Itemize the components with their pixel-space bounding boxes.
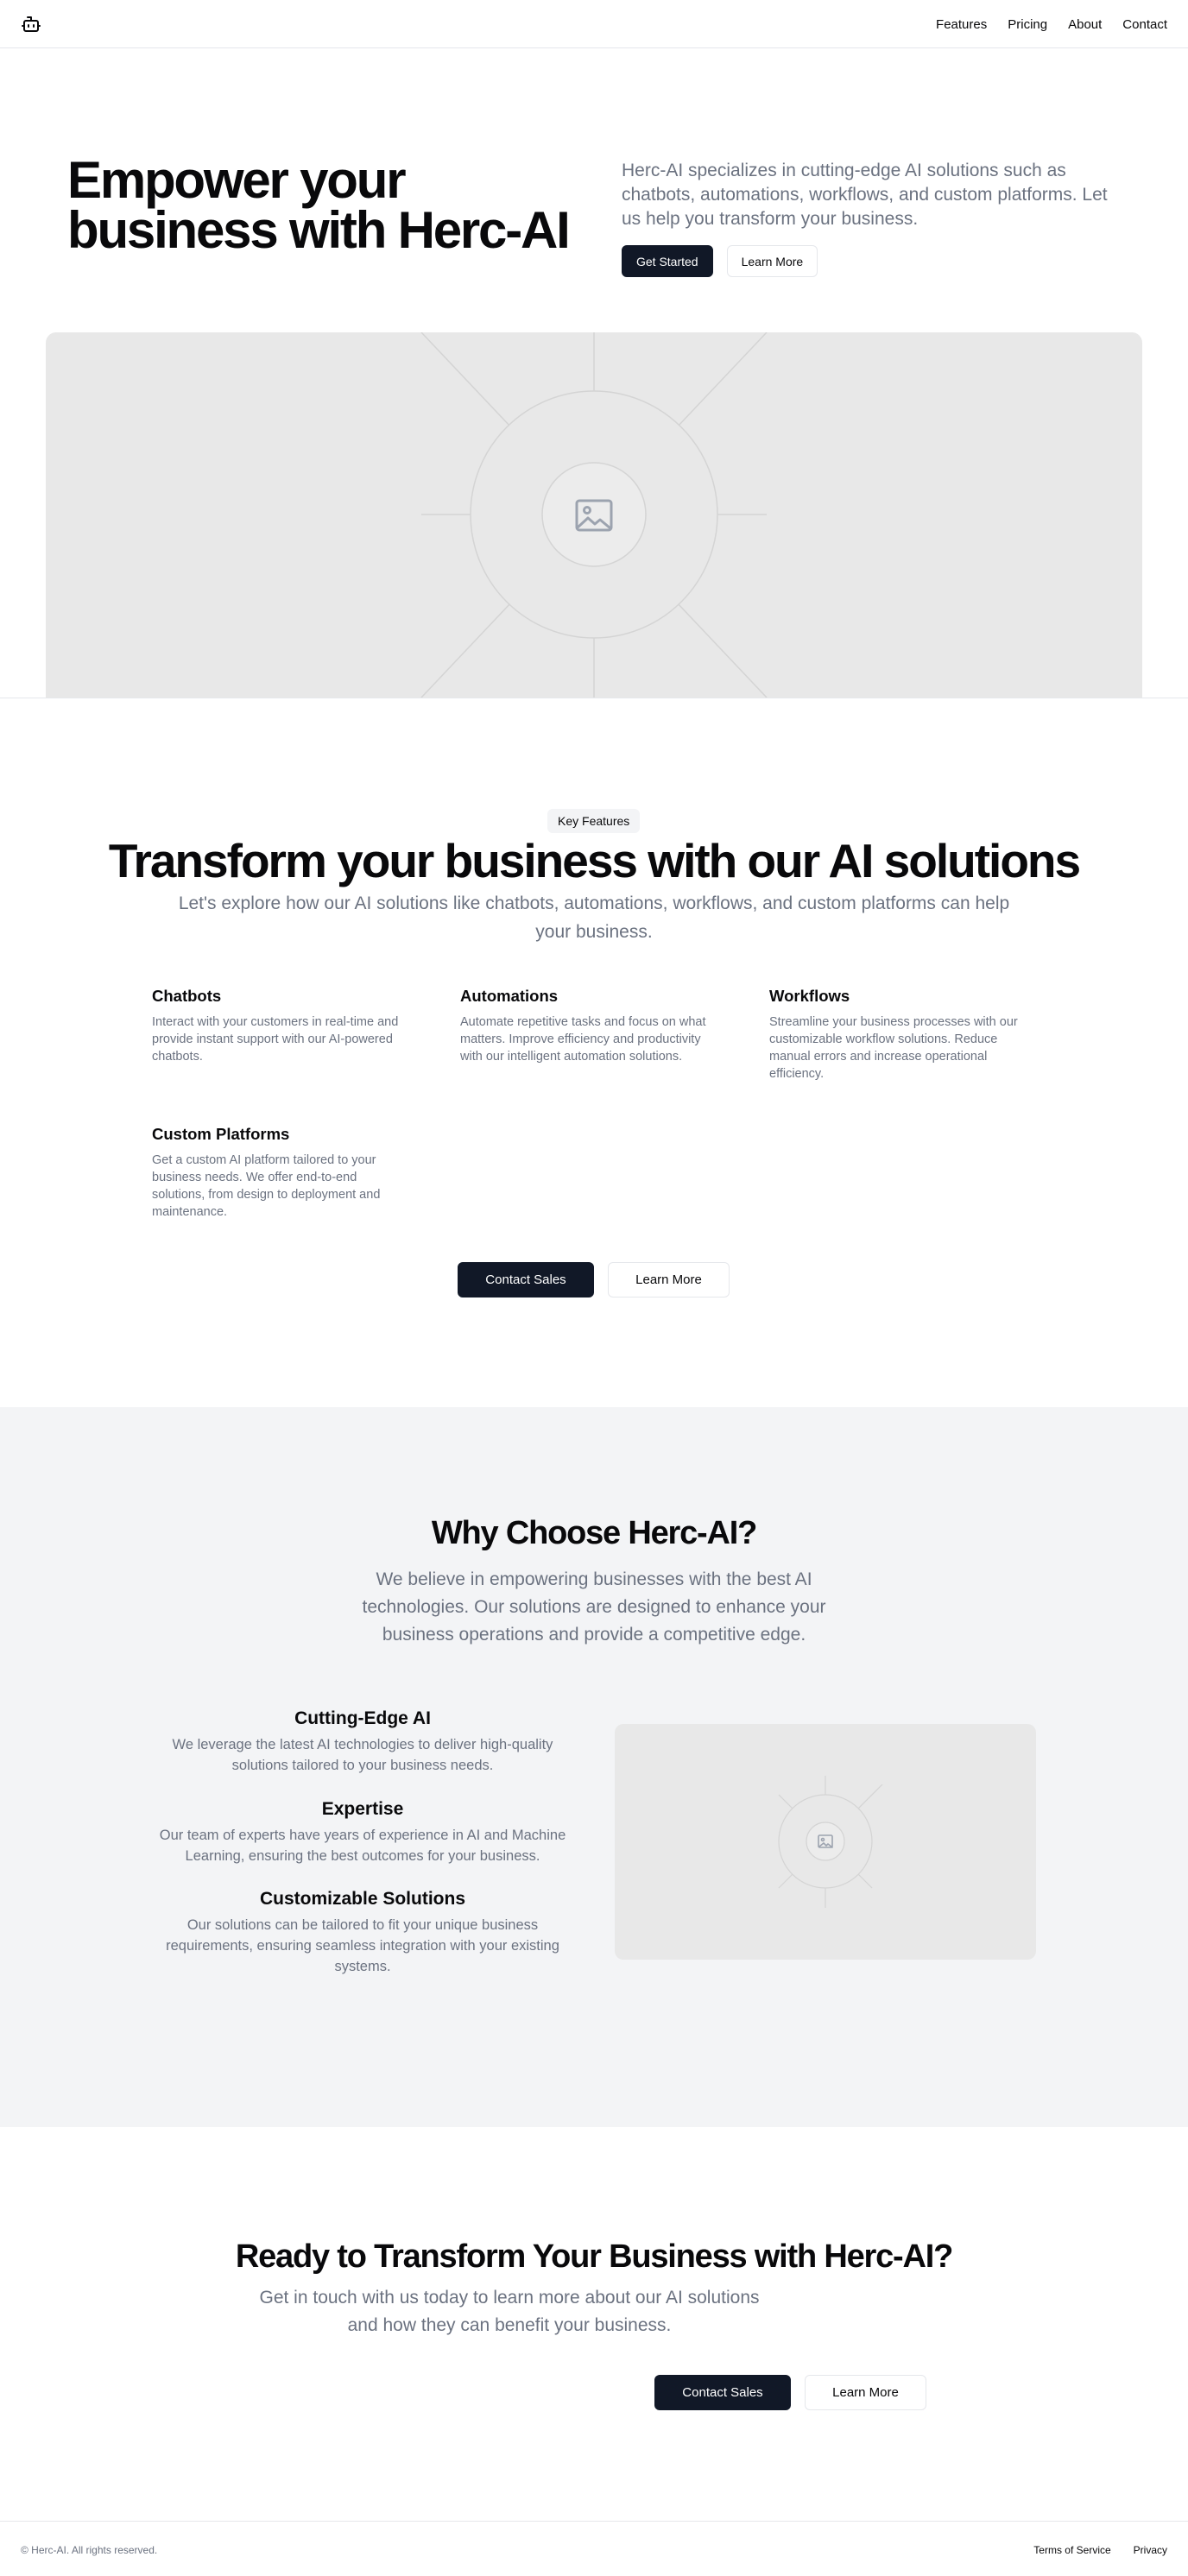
cta-title: Ready to Transform Your Business with He…	[235, 2238, 953, 2275]
cta-actions: Contact Sales Learn More	[654, 2375, 926, 2410]
main-nav: Features Pricing About Contact	[936, 0, 1167, 48]
copyright-text: © Herc-AI. All rights reserved.	[21, 2544, 158, 2556]
footer-nav: Terms of Service Privacy	[1033, 2544, 1167, 2556]
contact-sales-button[interactable]: Contact Sales	[654, 2375, 791, 2410]
nav-link-contact[interactable]: Contact	[1122, 17, 1167, 32]
why-item-description: We leverage the latest AI technologies t…	[172, 1737, 553, 1773]
feature-description: Get a custom AI platform tailored to you…	[152, 1153, 381, 1219]
feature-description: Automate repetitive tasks and focus on w…	[460, 1015, 706, 1064]
why-image	[615, 1724, 1036, 1960]
get-started-button[interactable]: Get Started	[622, 245, 713, 277]
hero-image	[46, 332, 1142, 698]
why-item-description: Our team of experts have years of experi…	[159, 1828, 566, 1864]
hero-actions: Get Started Learn More	[622, 245, 818, 277]
learn-more-button[interactable]: Learn More	[726, 245, 818, 277]
learn-more-button[interactable]: Learn More	[608, 1262, 730, 1297]
why-item-expertise: Expertise Our team of experts have years…	[147, 1798, 578, 1866]
why-title: Why Choose Herc-AI?	[431, 1515, 757, 1551]
privacy-link[interactable]: Privacy	[1134, 2544, 1167, 2556]
features-actions: Contact Sales Learn More	[458, 1262, 730, 1297]
nav-link-pricing[interactable]: Pricing	[1008, 17, 1047, 32]
why-item-description: Our solutions can be tailored to fit you…	[166, 1917, 559, 1974]
why-item-title: Cutting-Edge AI	[294, 1708, 431, 1728]
why-item-cutting-edge: Cutting-Edge AI We leverage the latest A…	[147, 1708, 578, 1776]
hero-description: Herc-AI specializes in cutting-edge AI s…	[622, 161, 1108, 229]
why-section: Why Choose Herc-AI? We believe in empowe…	[0, 1407, 1188, 2127]
why-item-title: Expertise	[321, 1799, 404, 1819]
feature-chatbots: Chatbots Interact with your customers in…	[152, 986, 411, 1065]
features-title: Transform your business with our AI solu…	[108, 834, 1081, 887]
feature-title: Workflows	[769, 987, 850, 1005]
learn-more-button[interactable]: Learn More	[805, 2375, 926, 2410]
nav-link-about[interactable]: About	[1068, 17, 1102, 32]
feature-title: Chatbots	[152, 987, 222, 1005]
cta-subtitle: Get in touch with us today to learn more…	[259, 2288, 760, 2335]
feature-title: Automations	[460, 987, 559, 1005]
bot-icon[interactable]	[21, 14, 41, 35]
terms-of-service-link[interactable]: Terms of Service	[1033, 2544, 1110, 2556]
feature-title: Custom Platforms	[152, 1125, 290, 1143]
feature-automations: Automations Automate repetitive tasks an…	[460, 986, 719, 1065]
features-subtitle: Let's explore how our AI solutions like …	[178, 893, 1010, 942]
feature-description: Streamline your business processes with …	[769, 1015, 1018, 1081]
key-features-badge: Key Features	[547, 809, 641, 833]
why-item-customizable: Customizable Solutions Our solutions can…	[147, 1888, 578, 1977]
why-subtitle: We believe in empowering businesses with…	[362, 1569, 826, 1645]
site-footer: © Herc-AI. All rights reserved. Terms of…	[0, 2521, 1188, 2576]
contact-sales-button[interactable]: Contact Sales	[458, 1262, 594, 1297]
feature-custom-platforms: Custom Platforms Get a custom AI platfor…	[152, 1124, 411, 1221]
nav-link-features[interactable]: Features	[936, 17, 987, 32]
why-item-title: Customizable Solutions	[259, 1889, 465, 1909]
site-header: Features Pricing About Contact	[0, 0, 1188, 48]
feature-workflows: Workflows Streamline your business proce…	[769, 986, 1028, 1083]
hero-title: Empower your business with Herc-AI	[67, 151, 571, 259]
feature-description: Interact with your customers in real-tim…	[152, 1015, 399, 1064]
